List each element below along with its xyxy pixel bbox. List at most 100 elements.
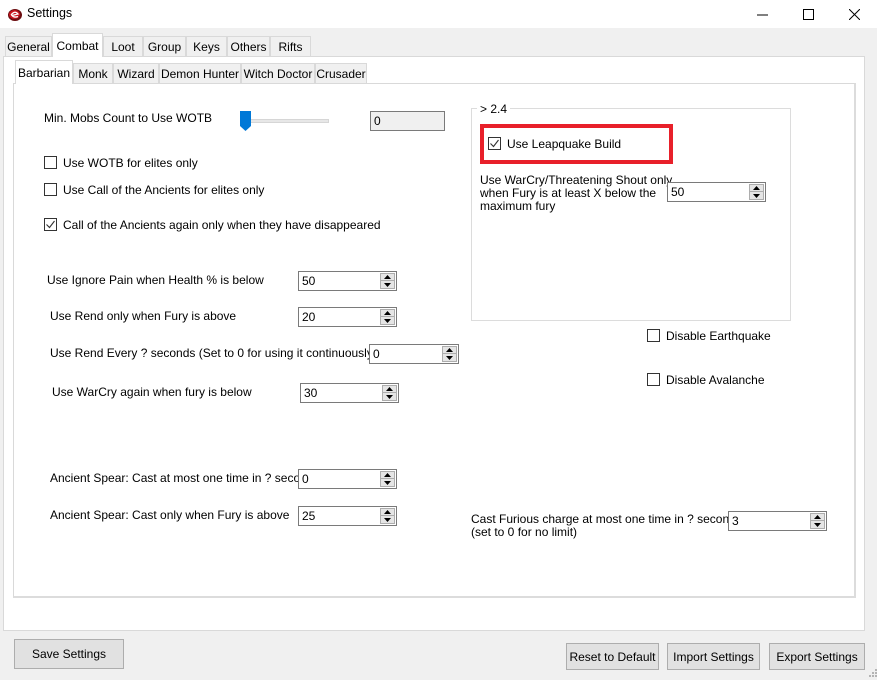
tab-label: Demon Hunter [160,66,240,81]
reset-to-default-button[interactable]: Reset to Default [566,643,659,670]
tab-rifts[interactable]: Rifts [270,36,311,56]
spinner[interactable] [382,385,397,401]
tab-others[interactable]: Others [227,36,270,56]
spin-up-icon[interactable] [381,472,394,479]
spinner[interactable] [749,184,764,200]
warcry-again-label: Use WarCry again when fury is below [52,385,252,399]
disable-avalanche-label: Disable Avalanche [666,373,765,387]
wotb-elites-checkbox[interactable] [44,156,57,169]
ancient-spear-cooldown-value: 0 [302,472,309,486]
class-tab-crusader[interactable]: Crusader [315,63,367,83]
wotb-slider-track[interactable] [244,119,329,123]
ignore-pain-input[interactable]: 50 [298,271,397,291]
rend-every-value: 0 [373,347,380,361]
warcry-shout-input[interactable]: 50 [667,182,766,202]
spin-down-icon[interactable] [381,516,394,523]
close-button[interactable] [831,0,877,28]
tab-label: Crusader [316,66,366,81]
furious-charge-label: Cast Furious charge at most one time in … [471,513,742,539]
button-label: Save Settings [31,647,107,661]
checkmark-icon [490,139,499,148]
disable-avalanche-checkbox[interactable] [647,373,660,386]
cota-again-label: Call of the Ancients again only when the… [63,218,381,232]
tab-label: Witch Doctor [243,66,313,81]
class-tab-wizard[interactable]: Wizard [113,63,159,83]
spin-down-icon[interactable] [381,317,394,324]
warcry-shout-label: Use WarCry/Threatening Shout only when F… [480,174,672,213]
tab-combat[interactable]: Combat [52,33,103,57]
checkmark-icon [46,220,55,229]
wotb-value: 0 [374,114,381,128]
tab-label: Wizard [117,66,155,81]
warcry-again-input[interactable]: 30 [300,383,399,403]
label-line: maximum fury [480,199,556,213]
ancient-spear-fury-value: 25 [302,509,316,523]
rend-every-input[interactable]: 0 [369,344,459,364]
tab-keys[interactable]: Keys [186,36,227,56]
spin-down-icon[interactable] [381,281,394,288]
resize-grip-icon[interactable] [867,666,877,677]
wotb-slider-thumb[interactable] [240,111,251,131]
rend-fury-label: Use Rend only when Fury is above [50,309,237,323]
button-label: Reset to Default [569,649,656,664]
leapquake-checkbox[interactable] [488,137,501,150]
save-settings-button[interactable]: Save Settings [14,639,124,669]
maximize-icon [802,8,814,20]
spin-up-icon[interactable] [750,185,763,192]
button-label: Export Settings [776,649,858,664]
ancient-spear-fury-label: Ancient Spear: Cast only when Fury is ab… [50,508,290,522]
spin-down-icon[interactable] [811,521,824,528]
spin-up-icon[interactable] [811,514,824,521]
cota-again-checkbox[interactable] [44,218,57,231]
disable-earthquake-checkbox[interactable] [647,329,660,342]
rend-fury-input[interactable]: 20 [298,307,397,327]
spinner[interactable] [380,471,395,487]
tab-label: Barbarian [17,65,71,80]
ignore-pain-label: Use Ignore Pain when Health % is below [47,273,264,287]
maximize-button[interactable] [785,0,831,28]
spinner[interactable] [380,273,395,289]
ancient-spear-cooldown-input[interactable]: 0 [298,469,397,489]
spin-up-icon[interactable] [381,310,394,317]
spinner[interactable] [380,508,395,524]
tab-general[interactable]: General [5,36,52,56]
ancient-spear-fury-input[interactable]: 25 [298,506,397,526]
wotb-value-box: 0 [370,111,445,131]
import-settings-button[interactable]: Import Settings [667,643,760,670]
spin-down-icon[interactable] [750,192,763,199]
ignore-pain-value: 50 [302,274,316,288]
warcry-again-value: 30 [304,386,318,400]
spinner[interactable] [442,346,457,362]
button-label: Import Settings [673,649,754,664]
rend-every-label: Use Rend Every ? seconds (Set to 0 for u… [50,346,377,360]
spin-up-icon[interactable] [381,274,394,281]
tab-loot[interactable]: Loot [103,36,143,56]
class-tab-monk[interactable]: Monk [73,63,113,83]
tab-group[interactable]: Group [143,36,186,56]
spin-up-icon[interactable] [443,347,456,354]
class-tab-demon-hunter[interactable]: Demon Hunter [159,63,241,83]
disable-earthquake-label: Disable Earthquake [666,329,771,343]
tab-label: Monk [78,66,108,81]
window-title: Settings [27,6,73,20]
tab-label: Rifts [278,39,303,54]
class-tab-barbarian[interactable]: Barbarian [15,60,73,84]
class-tab-witch-doctor[interactable]: Witch Doctor [241,63,315,83]
spin-down-icon[interactable] [383,393,396,400]
tab-label: Group [147,39,182,54]
cota-elites-checkbox[interactable] [44,183,57,196]
spin-up-icon[interactable] [381,509,394,516]
groupbox-title: > 2.4 [477,102,511,116]
tab-label: General [7,39,50,54]
tab-label: Keys [193,39,220,54]
spin-down-icon[interactable] [381,479,394,486]
spin-down-icon[interactable] [443,354,456,361]
minimize-button[interactable] [739,0,785,28]
minimize-icon [756,9,768,20]
spin-up-icon[interactable] [383,386,396,393]
wotb-elites-label: Use WOTB for elites only [63,156,198,170]
spinner[interactable] [810,513,825,529]
spinner[interactable] [380,309,395,325]
export-settings-button[interactable]: Export Settings [769,643,865,670]
furious-charge-input[interactable]: 3 [728,511,827,531]
